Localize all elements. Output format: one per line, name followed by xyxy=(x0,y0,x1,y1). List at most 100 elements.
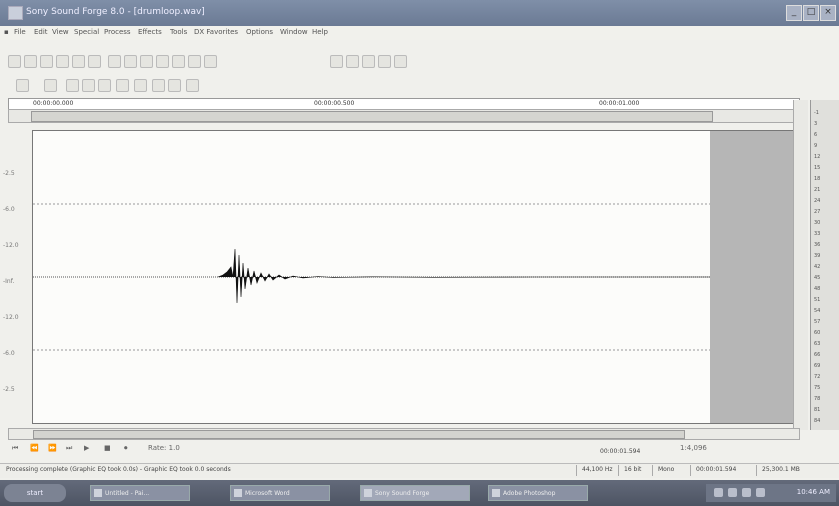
overview-bar[interactable] xyxy=(8,109,800,123)
menu-special[interactable]: Special xyxy=(74,28,99,36)
resample-icon[interactable] xyxy=(134,79,147,92)
network-icon[interactable] xyxy=(714,488,723,497)
menu-app-icon[interactable]: ▪ xyxy=(4,28,9,36)
menu-process[interactable]: Process xyxy=(104,28,131,36)
level-label: -2.5 xyxy=(3,170,15,177)
taskbar-item-label: Microsoft Word xyxy=(245,490,290,497)
maximize-button[interactable]: □ xyxy=(803,5,819,21)
unselected-region xyxy=(710,131,793,423)
level-label: -6.0 xyxy=(3,206,15,213)
windows-taskbar: start Untitled - Pai... Microsoft Word S… xyxy=(0,480,839,506)
taskbar-item-label: Adobe Photoshop xyxy=(503,490,556,497)
start-button[interactable]: start xyxy=(4,484,66,502)
menu-view[interactable]: View xyxy=(52,28,69,36)
record-button[interactable]: ⏺ xyxy=(124,444,128,453)
settings-icon[interactable] xyxy=(16,79,29,92)
menu-window[interactable]: Window xyxy=(280,28,308,36)
volume-icon[interactable] xyxy=(728,488,737,497)
pencil-tool-icon[interactable] xyxy=(378,55,391,68)
bit-depth[interactable]: 16 bit xyxy=(624,466,641,473)
waveform-display[interactable] xyxy=(32,130,794,424)
meter-tick: 81 xyxy=(814,407,821,413)
fade-out-icon[interactable] xyxy=(82,79,95,92)
event-tool-icon[interactable] xyxy=(394,55,407,68)
overview-thumb[interactable] xyxy=(31,111,713,122)
meter-tick: 15 xyxy=(814,165,821,171)
undo-icon[interactable] xyxy=(188,55,201,68)
normalize-icon[interactable] xyxy=(44,79,57,92)
window-icon xyxy=(94,489,102,497)
menu-options[interactable]: Options xyxy=(246,28,273,36)
rewind-button[interactable]: ⏪ xyxy=(30,444,39,452)
taskbar-item[interactable]: Adobe Photoshop xyxy=(488,485,588,501)
copy-icon[interactable] xyxy=(124,55,137,68)
mix-icon[interactable] xyxy=(156,55,169,68)
properties-icon[interactable] xyxy=(88,55,101,68)
playback-rate[interactable]: Rate: 1.0 xyxy=(148,444,180,452)
waveform-svg xyxy=(33,203,710,351)
language-icon[interactable] xyxy=(756,488,765,497)
go-to-end-button[interactable]: ⏭ xyxy=(66,444,72,453)
clock[interactable]: 10:46 AM xyxy=(797,488,830,496)
sample-rate[interactable]: 44,100 Hz xyxy=(582,466,613,473)
magnify-tool-icon[interactable] xyxy=(362,55,375,68)
insert-silence-icon[interactable] xyxy=(116,79,129,92)
divider xyxy=(618,465,619,476)
repeat-icon[interactable] xyxy=(330,55,343,68)
new-icon[interactable] xyxy=(8,55,21,68)
menu-bar: ▪ File Edit View Special Process Effects… xyxy=(0,26,839,40)
window-icon xyxy=(234,489,242,497)
meter-tick: 60 xyxy=(814,330,821,336)
taskbar-item[interactable]: Untitled - Pai... xyxy=(90,485,190,501)
zoom-ratio[interactable]: 1:4,096 xyxy=(680,444,707,452)
taskbar-item[interactable]: Microsoft Word xyxy=(230,485,330,501)
divider xyxy=(652,465,653,476)
meter-tick: 54 xyxy=(814,308,821,314)
eq-icon[interactable] xyxy=(168,79,181,92)
meter-tick: 63 xyxy=(814,341,821,347)
reverse-icon[interactable] xyxy=(98,79,111,92)
render-icon[interactable] xyxy=(72,55,85,68)
antivirus-icon[interactable] xyxy=(742,488,751,497)
meter-tick: 69 xyxy=(814,363,821,369)
redo-icon[interactable] xyxy=(204,55,217,68)
horizontal-scrollbar[interactable] xyxy=(8,428,800,440)
ruler-label: 00:00:00.000 xyxy=(33,100,74,107)
level-label: -2.5 xyxy=(3,386,15,393)
volume-icon[interactable] xyxy=(152,79,165,92)
meter-tick: 45 xyxy=(814,275,821,281)
close-button[interactable]: × xyxy=(820,5,836,21)
waveform-path xyxy=(217,248,710,304)
save-icon[interactable] xyxy=(40,55,53,68)
menu-help[interactable]: Help xyxy=(312,28,328,36)
stop-button[interactable]: ■ xyxy=(104,444,111,452)
taskbar-item-active[interactable]: Sony Sound Forge xyxy=(360,485,470,501)
menu-tools[interactable]: Tools xyxy=(170,28,187,36)
open-icon[interactable] xyxy=(24,55,37,68)
meter-tick: -1 xyxy=(814,110,819,116)
divider xyxy=(690,465,691,476)
edit-tool-icon[interactable] xyxy=(346,55,359,68)
menu-effects[interactable]: Effects xyxy=(138,28,162,36)
status-bar: Processing complete (Graphic EQ took 0.0… xyxy=(0,463,839,478)
level-label: -12.0 xyxy=(3,314,19,321)
fade-in-icon[interactable] xyxy=(66,79,79,92)
paste-icon[interactable] xyxy=(140,55,153,68)
forward-button[interactable]: ⏩ xyxy=(48,444,57,452)
scrollbar-thumb[interactable] xyxy=(33,430,685,439)
go-to-start-button[interactable]: ⏮ xyxy=(12,444,18,453)
save-as-icon[interactable] xyxy=(56,55,69,68)
vertical-zoom-bar[interactable] xyxy=(793,100,808,430)
cut-icon[interactable] xyxy=(108,55,121,68)
trim-icon[interactable] xyxy=(172,55,185,68)
dc-offset-icon[interactable] xyxy=(186,79,199,92)
channels[interactable]: Mono xyxy=(658,466,674,473)
menu-edit[interactable]: Edit xyxy=(34,28,48,36)
cursor-position-readout: 00:00:01.594 xyxy=(600,448,641,455)
sound-forge-window: Sony Sound Forge 8.0 - [drumloop.wav] _ … xyxy=(0,0,839,506)
menu-dx-favorites[interactable]: DX Favorites xyxy=(194,28,238,36)
menu-file[interactable]: File xyxy=(14,28,26,36)
meter-tick: 27 xyxy=(814,209,821,215)
minimize-button[interactable]: _ xyxy=(786,5,802,21)
play-button[interactable]: ▶ xyxy=(84,444,89,452)
